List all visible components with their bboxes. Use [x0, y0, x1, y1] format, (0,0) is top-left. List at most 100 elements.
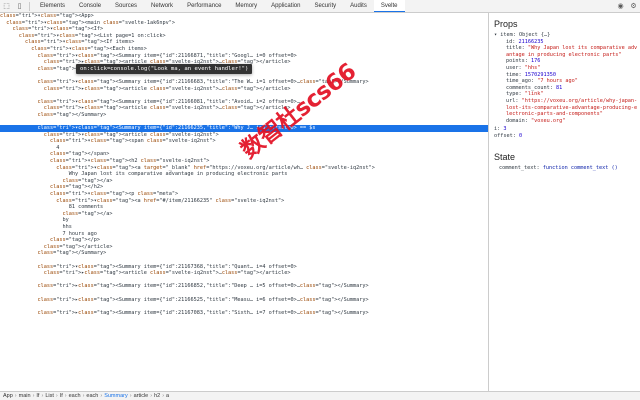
- tree-node[interactable]: [0, 303, 488, 310]
- prop-domain[interactable]: domain: "voxeu.org": [506, 118, 640, 125]
- tab-network[interactable]: Network: [144, 0, 180, 12]
- breadcrumb-separator: ›: [129, 393, 132, 399]
- prop-comments-count[interactable]: comments_count: 81: [506, 85, 640, 92]
- tree-node[interactable]: class="tag"></Summary>: [0, 112, 488, 119]
- tab-sources[interactable]: Sources: [108, 0, 144, 12]
- breadcrumb-item[interactable]: each: [86, 393, 98, 399]
- breadcrumb-separator: ›: [100, 393, 103, 399]
- tree-node[interactable]: class="tri">▾class="tag"><p class="meta"…: [0, 191, 488, 198]
- tree-node[interactable]: class="tri">▾class="tag"><main class="sv…: [0, 20, 488, 27]
- prop-value[interactable]: "link": [525, 91, 544, 97]
- breadcrumb-item[interactable]: each: [69, 393, 81, 399]
- prop-value[interactable]: function comment_text (): [543, 165, 618, 171]
- state-title: State: [494, 151, 516, 162]
- tree-node[interactable]: class="tag"></Summary>: [0, 250, 488, 257]
- visibility-icon[interactable]: ◉: [614, 0, 627, 12]
- breadcrumb-item[interactable]: App: [3, 393, 13, 399]
- tree-node[interactable]: class="tag"></h2>: [0, 184, 488, 191]
- prop-id[interactable]: id: 21166235: [506, 39, 640, 46]
- tab-audits[interactable]: Audits: [343, 0, 374, 12]
- tree-node[interactable]: [0, 92, 488, 99]
- tree-node[interactable]: class="tag"></a>: [0, 211, 488, 218]
- prop-comment-text[interactable]: comment_text: function comment_text (): [499, 165, 640, 172]
- prop-key: url: [506, 97, 516, 104]
- tree-node[interactable]: class="tri">▸class="tag"><article class=…: [0, 86, 488, 93]
- breadcrumb-item[interactable]: Summary: [104, 393, 128, 399]
- prop-value[interactable]: "https://voxeu.org/article/why-japan-los…: [506, 98, 637, 117]
- tab-memory[interactable]: Memory: [228, 0, 264, 12]
- prop-offset[interactable]: offset: 0: [494, 133, 640, 140]
- prop-value[interactable]: "7 hours ago": [537, 78, 578, 84]
- prop-points[interactable]: points: 176: [506, 58, 640, 65]
- prop-value[interactable]: 81: [556, 85, 562, 91]
- prop-title[interactable]: title: "Why Japan lost its comparative a…: [506, 45, 640, 58]
- tree-node[interactable]: class="tri">▸class="tag"><article class=…: [0, 270, 488, 277]
- tab-application[interactable]: Application: [264, 0, 307, 12]
- prop-value[interactable]: 1570291350: [525, 72, 556, 78]
- tree-node[interactable]: class="tri">▾class="tag"><If items>: [0, 39, 488, 46]
- tree-node[interactable]: class="tag"></article>: [0, 244, 488, 251]
- tree-node[interactable]: 7 hours ago: [0, 231, 488, 238]
- breadcrumb-item[interactable]: h2: [154, 393, 160, 399]
- prop-url[interactable]: url: "https://voxeu.org/article/why-japa…: [506, 98, 640, 118]
- top-fields: i: 3 offset: 0: [494, 126, 640, 139]
- settings-icon[interactable]: ⚙: [627, 0, 640, 12]
- breadcrumb-item[interactable]: a: [166, 393, 169, 399]
- tree-node[interactable]: by: [0, 217, 488, 224]
- tab-console[interactable]: Console: [72, 0, 108, 12]
- breadcrumb-item[interactable]: article: [134, 393, 149, 399]
- tree-node[interactable]: [0, 119, 488, 126]
- breadcrumb-item[interactable]: If: [36, 393, 39, 399]
- tree-node[interactable]: class="tri">▾class="tag"><a href="#/item…: [0, 198, 488, 205]
- tab-performance[interactable]: Performance: [180, 0, 228, 12]
- prop-time-ago[interactable]: time_ago: "7 hours ago": [506, 78, 640, 85]
- breadcrumb-item[interactable]: List: [45, 393, 54, 399]
- tree-node[interactable]: class="tri">▾class="tag"><a target="_bla…: [0, 165, 488, 172]
- tree-node[interactable]: class="tri">▾class="tag"><If>: [0, 26, 488, 33]
- tab-svelte[interactable]: Svelte: [373, 0, 405, 12]
- tree-node[interactable]: class="tri">▾class="tag"><List page=1 on…: [0, 33, 488, 40]
- tab-security[interactable]: Security: [307, 0, 343, 12]
- device-toolbar-icon[interactable]: ▯: [13, 0, 26, 12]
- tree-node[interactable]: class="tri">▾class="tag"><Summary item={…: [0, 264, 488, 271]
- prop-value[interactable]: 0: [519, 133, 522, 139]
- tab-elements[interactable]: Elements: [33, 0, 72, 12]
- tree-node[interactable]: class="tri">▸class="tag"><article class=…: [0, 105, 488, 112]
- item-header[interactable]: ▾ item: Object {…}: [494, 32, 640, 39]
- tree-node[interactable]: class="tri">▾class="tag"><Summary item={…: [0, 99, 488, 106]
- tree-node[interactable]: [0, 277, 488, 284]
- prop-type[interactable]: type: "link": [506, 91, 640, 98]
- prop-user[interactable]: user: "hhs": [506, 65, 640, 72]
- tree-node[interactable]: class="tag"></a>: [0, 178, 488, 185]
- tree-node[interactable]: Why Japan lost its comparative advantage…: [0, 171, 488, 178]
- tree-node[interactable]: class="tri">▸class="tag"><Summary item={…: [0, 283, 488, 290]
- tree-node[interactable]: [0, 257, 488, 264]
- tree-node[interactable]: class="tri">▸class="tag"><Summary item={…: [0, 297, 488, 304]
- breadcrumb: App › main › If › List › If › each › each › Summary › ar…: [0, 391, 640, 400]
- tree-node[interactable]: [0, 290, 488, 297]
- prop-value[interactable]: "voxeu.org": [531, 118, 565, 124]
- prop-key: time: [506, 71, 519, 78]
- tree-node[interactable]: class="tri">▾class="tag"><Each items>: [0, 46, 488, 53]
- prop-time[interactable]: time: 1570291350: [506, 72, 640, 79]
- tree-node[interactable]: class="tri">▾class="tag"><Summary item={…: [0, 53, 488, 60]
- tree-node[interactable]: class="tri">▾class="tag"><Summary item={…: [0, 79, 488, 86]
- tree-node[interactable]: class="tri">▾class="tag"><h2 class="svel…: [0, 158, 488, 165]
- tree-node[interactable]: class="tag"></p>: [0, 237, 488, 244]
- breadcrumb-separator: ›: [14, 393, 17, 399]
- tree-node[interactable]: 81 comments: [0, 204, 488, 211]
- prop-value[interactable]: 21166235: [519, 39, 544, 45]
- tree-node[interactable]: hhs: [0, 224, 488, 231]
- select-element-icon[interactable]: ⬚: [0, 0, 13, 12]
- prop-key: offset: [494, 132, 513, 139]
- prop-value[interactable]: 3: [503, 126, 506, 132]
- prop-value[interactable]: 176: [531, 58, 540, 64]
- prop-value[interactable]: "hhs": [525, 65, 541, 71]
- prop-key: time_ago: [506, 78, 531, 85]
- tree-node[interactable]: class="tri">▾class="tag"><App>: [0, 13, 488, 20]
- tree-node[interactable]: class="tri">▸class="tag"><Summary item={…: [0, 310, 488, 317]
- devtools-toolbar: ⬚ ▯ Elements Console Sources Network Perform…: [0, 0, 640, 13]
- breadcrumb-item[interactable]: If: [60, 393, 63, 399]
- prop-i[interactable]: i: 3: [494, 126, 640, 133]
- breadcrumb-item[interactable]: main: [19, 393, 31, 399]
